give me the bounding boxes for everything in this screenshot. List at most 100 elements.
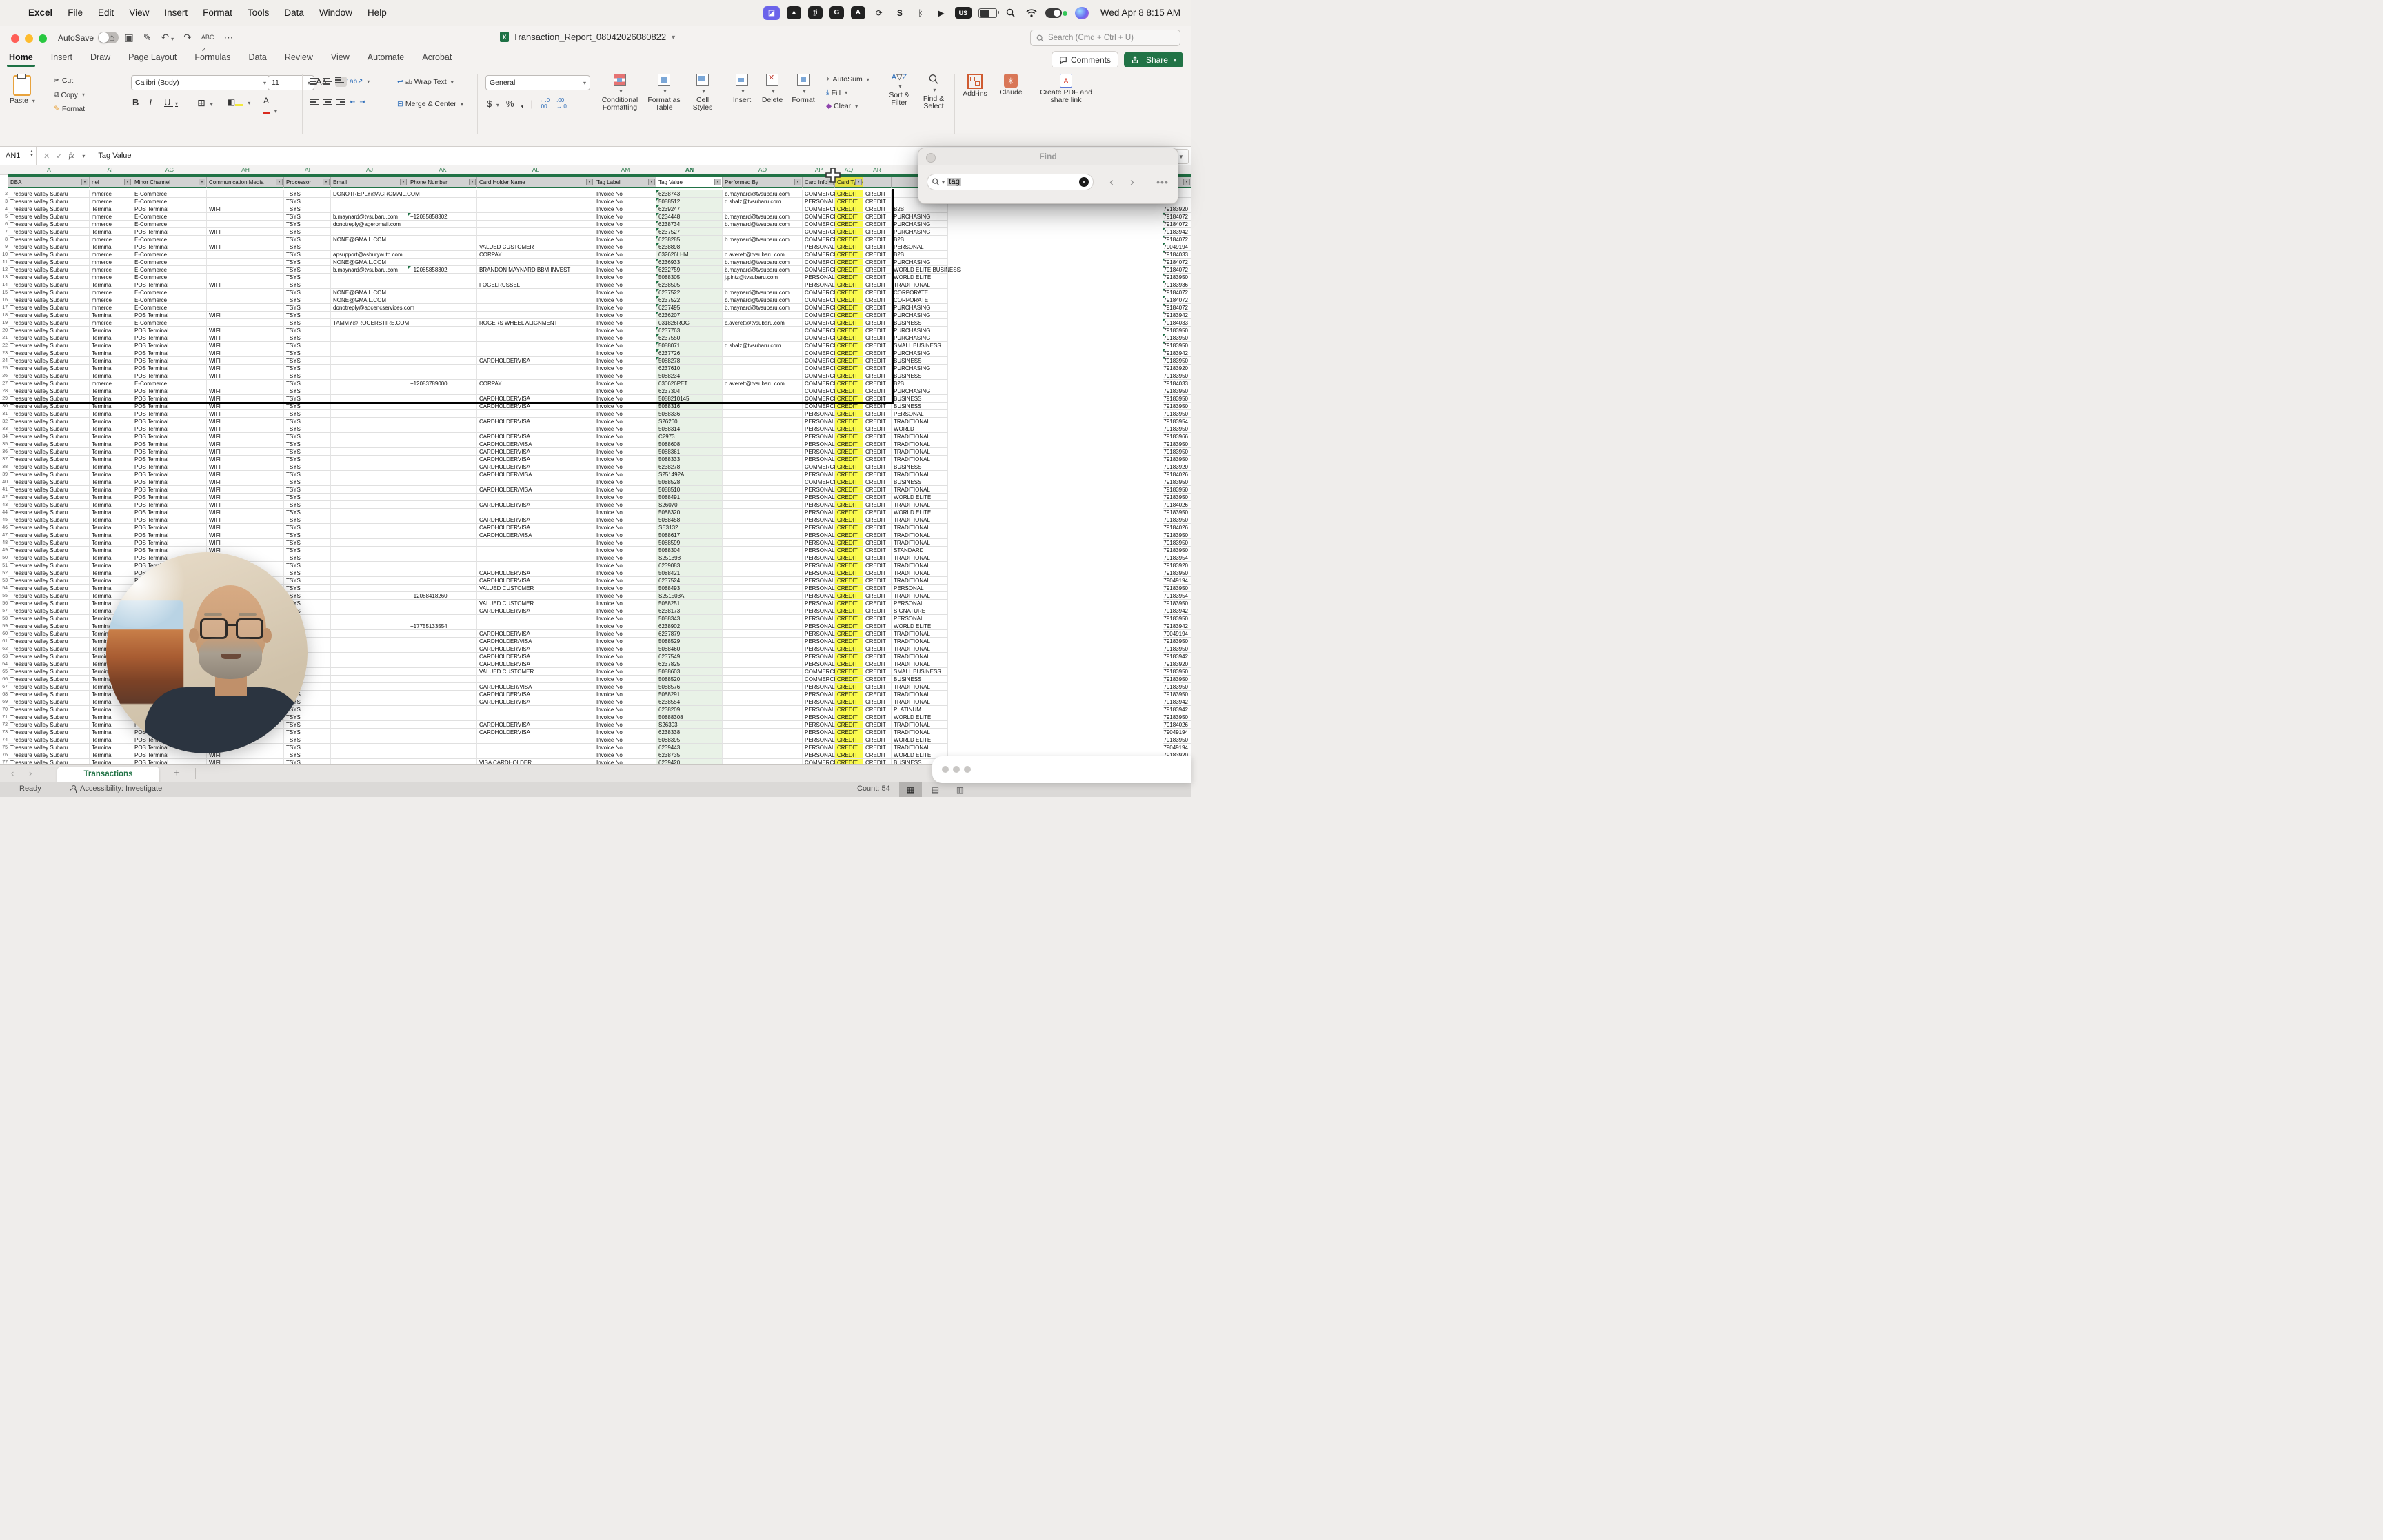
filter-icon[interactable]: ▼ <box>648 179 655 185</box>
row-number[interactable]: 24 <box>0 357 8 365</box>
cell[interactable] <box>408 494 477 501</box>
cell[interactable]: 6238278 <box>656 463 723 471</box>
cell[interactable] <box>331 478 408 486</box>
cell[interactable]: WIFI <box>207 425 284 433</box>
cell[interactable] <box>921 334 948 342</box>
cell[interactable]: CREDIT <box>863 676 892 683</box>
cell[interactable]: CREDIT <box>835 251 863 259</box>
row-number[interactable]: 3 <box>0 198 8 205</box>
cell[interactable]: WIFI <box>207 478 284 486</box>
cell[interactable]: WIFI <box>207 357 284 365</box>
cell[interactable]: TSYS <box>284 463 331 471</box>
cell[interactable]: DONOTREPLY@AGROMAIL.COM <box>331 190 420 198</box>
cell[interactable]: b.maynard@tvsubaru.com <box>723 304 803 312</box>
cell[interactable]: Treasure Valley Subaru <box>8 645 90 653</box>
cell[interactable]: 79049194 <box>1163 729 1192 736</box>
cell[interactable]: CARDHOLDERVISA <box>477 433 594 440</box>
cell[interactable] <box>921 418 948 425</box>
cell[interactable]: 79183950 <box>1163 547 1192 554</box>
cell[interactable]: 6238505 <box>656 281 723 289</box>
cell[interactable]: 79183920 <box>1163 562 1192 569</box>
cell[interactable] <box>408 296 477 304</box>
cell[interactable]: CREDIT <box>863 615 892 622</box>
row-number[interactable]: 30 <box>0 403 8 410</box>
cell[interactable] <box>477 198 594 205</box>
cell[interactable] <box>921 228 948 236</box>
cell[interactable]: CARDHOLDER/VISA <box>477 531 594 539</box>
cell[interactable]: CREDIT <box>835 205 863 213</box>
cell[interactable]: Terminal <box>90 471 132 478</box>
cell[interactable]: S26303 <box>656 721 723 729</box>
cell[interactable]: 79183950 <box>1163 638 1192 645</box>
cell[interactable]: mmerce <box>90 304 132 312</box>
cell[interactable]: Treasure Valley Subaru <box>8 592 90 600</box>
cell[interactable]: E-Commerce <box>132 296 207 304</box>
cell[interactable] <box>921 289 948 296</box>
row-number[interactable]: 68 <box>0 691 8 698</box>
cell[interactable]: SMALL BUSINESS <box>892 668 941 676</box>
column-letter-AI[interactable]: AI <box>305 165 310 174</box>
cell[interactable]: PERSONAL <box>892 600 924 607</box>
cell[interactable] <box>331 334 408 342</box>
cell[interactable] <box>408 547 477 554</box>
cell[interactable]: CARDHOLDERVISA <box>477 721 594 729</box>
cell[interactable]: WIFI <box>207 539 284 547</box>
cell[interactable]: 5088314 <box>656 425 723 433</box>
cell[interactable]: CREDIT <box>863 486 892 494</box>
cell[interactable]: 5088576 <box>656 683 723 691</box>
menu-tools[interactable]: Tools <box>240 8 277 18</box>
cell[interactable]: CREDIT <box>835 236 863 243</box>
column-letter-AR[interactable]: AR <box>873 165 881 174</box>
cell[interactable] <box>723 478 803 486</box>
cell[interactable] <box>921 312 948 319</box>
cell[interactable]: TSYS <box>284 296 331 304</box>
cell[interactable]: E-Commerce <box>132 236 207 243</box>
floating-control-panel[interactable] <box>932 756 1192 783</box>
cell[interactable]: 79184033 <box>1163 251 1192 259</box>
cell[interactable]: TSYS <box>284 228 331 236</box>
cell[interactable]: Treasure Valley Subaru <box>8 494 90 501</box>
cell[interactable]: 79183950 <box>1163 615 1192 622</box>
cell[interactable]: TSYS <box>284 259 331 266</box>
cell[interactable]: TSYS <box>284 501 331 509</box>
cell[interactable]: b.maynard@tvsubaru.com <box>331 213 408 221</box>
cell[interactable]: Treasure Valley Subaru <box>8 274 90 281</box>
cell[interactable] <box>477 509 594 516</box>
cell[interactable]: Treasure Valley Subaru <box>8 357 90 365</box>
cell[interactable]: PERSONAL <box>803 516 835 524</box>
cell[interactable]: Terminal <box>90 463 132 471</box>
orientation-button[interactable]: ab↗ ▾ <box>350 78 370 85</box>
cell[interactable]: b.maynard@tvsubaru.com <box>723 259 803 266</box>
cell[interactable]: CREDIT <box>863 744 892 751</box>
cell[interactable]: CREDIT <box>863 319 892 327</box>
cell[interactable]: Invoice No <box>594 516 656 524</box>
row-number[interactable]: 8 <box>0 236 8 243</box>
cell[interactable]: Invoice No <box>594 554 656 562</box>
cell[interactable]: PERSONAL <box>803 456 835 463</box>
autosum-button[interactable]: Σ AutoSum ▾ <box>826 75 869 83</box>
cell[interactable]: CREDIT <box>863 524 892 531</box>
cell[interactable]: b.maynard@tvsubaru.com <box>723 289 803 296</box>
cell[interactable]: Invoice No <box>594 721 656 729</box>
cell[interactable]: PURCHASING <box>892 349 930 357</box>
bluetooth-icon[interactable]: ᛒ <box>914 6 927 20</box>
row-number[interactable]: 63 <box>0 653 8 660</box>
cell[interactable]: Treasure Valley Subaru <box>8 615 90 622</box>
cell[interactable]: Terminal <box>90 516 132 524</box>
column-letter-AP[interactable]: AP <box>815 165 823 174</box>
cell[interactable]: mmerce <box>90 221 132 228</box>
cell[interactable]: Invoice No <box>594 486 656 494</box>
cell[interactable]: 79184026 <box>1163 471 1192 478</box>
cell[interactable]: WIFI <box>207 365 284 372</box>
cell[interactable]: POS Terminal <box>132 433 207 440</box>
cell[interactable] <box>331 630 408 638</box>
cell[interactable]: TSYS <box>284 266 331 274</box>
cell[interactable]: PERSONAL <box>803 653 835 660</box>
cell[interactable]: Treasure Valley Subaru <box>8 539 90 547</box>
cell[interactable]: CREDIT <box>835 607 863 615</box>
spotlight-search-icon[interactable] <box>1004 6 1018 20</box>
cell[interactable] <box>723 736 803 744</box>
cell[interactable]: COMMERCIAL <box>803 304 842 312</box>
find-more-options-button[interactable]: ••• <box>1153 174 1172 190</box>
cell[interactable]: 79184072 <box>1163 296 1192 304</box>
